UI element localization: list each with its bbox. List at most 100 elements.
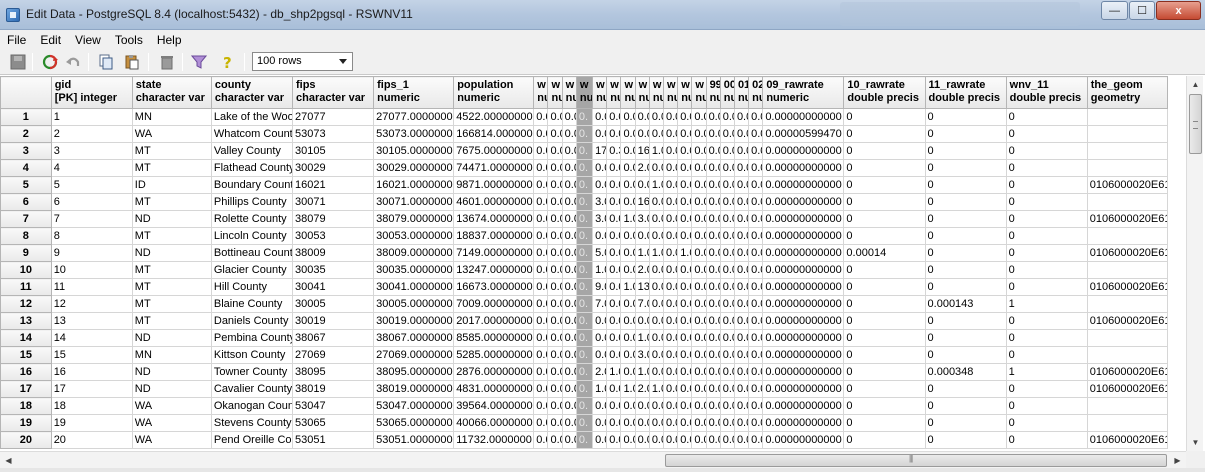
table-cell[interactable]: 0.0 (662, 193, 679, 211)
table-cell[interactable]: 0.00000000000 (762, 108, 845, 126)
horizontal-scrollbar[interactable]: ◀ ▶ (0, 451, 1186, 468)
table-cell[interactable] (1086, 193, 1169, 211)
table-cell[interactable]: 0.0 (691, 176, 707, 194)
table-cell[interactable]: 0.0 (705, 295, 721, 313)
table-cell[interactable]: MT (131, 159, 212, 177)
table-cell[interactable]: 0.0 (719, 108, 735, 126)
table-cell[interactable]: Lake of the Woo (210, 108, 293, 126)
help-icon[interactable]: ? (218, 52, 238, 72)
table-cell[interactable]: 0.0 (533, 295, 549, 313)
row-limit-select[interactable]: 100 rows (252, 52, 353, 71)
filter-icon[interactable] (189, 52, 209, 72)
table-cell[interactable]: 30019.0000000 (373, 312, 455, 330)
table-cell[interactable]: 0.0 (705, 329, 721, 347)
table-cell[interactable]: 0.0 (648, 295, 665, 313)
table-cell[interactable]: 0.0 (592, 176, 608, 194)
table-cell[interactable]: 53073 (291, 125, 375, 143)
column-header[interactable]: wnu (634, 76, 650, 109)
table-cell[interactable]: 0.0 (691, 261, 707, 279)
table-cell[interactable]: 0.0 (748, 227, 764, 245)
table-cell[interactable]: 0.0 (547, 142, 563, 160)
table-cell[interactable]: 0.0 (533, 329, 549, 347)
table-cell[interactable]: 1.0 (648, 244, 665, 262)
table-cell[interactable]: Lincoln County (210, 227, 293, 245)
table-cell[interactable]: 0.0 (533, 261, 549, 279)
table-cell[interactable]: 0.0 (648, 329, 665, 347)
undo-icon[interactable] (63, 52, 83, 72)
table-cell[interactable]: 53051.0000000 (373, 431, 455, 449)
table-cell[interactable]: 0.0 (620, 159, 636, 177)
table-cell[interactable]: 0.0 (547, 312, 563, 330)
table-cell[interactable]: 0.0 (719, 295, 735, 313)
row-number[interactable]: 8 (0, 227, 52, 245)
table-cell[interactable]: 0.0 (547, 380, 563, 398)
column-header[interactable]: 00nu (719, 76, 735, 109)
table-cell[interactable]: Pembina County (210, 329, 293, 347)
table-cell[interactable]: 0 (843, 431, 926, 449)
table-cell[interactable]: 0.0 (648, 431, 665, 449)
table-cell[interactable]: Whatcom Count (210, 125, 293, 143)
table-row[interactable]: 12 12 MT Blaine County 30005 30005.0000000 700… (0, 295, 1169, 313)
column-header[interactable]: state character var (131, 76, 212, 109)
table-cell[interactable]: MT (131, 261, 212, 279)
table-cell[interactable]: 0.0 (662, 431, 679, 449)
table-cell[interactable]: 0.0 (662, 108, 679, 126)
table-cell[interactable]: 0 (924, 159, 1007, 177)
table-cell[interactable]: 0.0 (561, 210, 577, 228)
table-cell[interactable]: 0.0 (592, 431, 608, 449)
table-cell[interactable]: 0.0 (662, 380, 679, 398)
table-cell[interactable]: 0.0 (592, 346, 608, 364)
table-cell[interactable]: 0.0 (561, 380, 577, 398)
table-cell[interactable]: 0.0 (705, 397, 721, 415)
table-cell[interactable]: 0.0 (748, 176, 764, 194)
row-number[interactable]: 17 (0, 380, 52, 398)
table-cell[interactable]: Towner County (210, 363, 293, 381)
table-cell[interactable]: WA (131, 397, 212, 415)
table-cell[interactable]: 0. (575, 210, 594, 228)
table-cell[interactable]: 0 (843, 159, 926, 177)
table-cell[interactable]: 0 (843, 397, 926, 415)
table-cell[interactable]: 0. (575, 159, 594, 177)
column-header[interactable]: population numeric (453, 76, 535, 109)
table-cell[interactable]: 0.00000000000 (762, 278, 845, 296)
table-cell[interactable]: MN (131, 346, 212, 364)
table-cell[interactable]: 0.0 (677, 193, 693, 211)
table-cell[interactable]: Okanogan Coun (210, 397, 293, 415)
table-cell[interactable]: 0.0 (634, 227, 650, 245)
table-cell[interactable]: 0.0 (705, 363, 721, 381)
table-cell[interactable]: 4522.00000000 (453, 108, 535, 126)
table-row[interactable]: 2 2 WA Whatcom Count 53073 53073.0000000 16681… (0, 125, 1169, 143)
table-cell[interactable]: 0.0 (561, 312, 577, 330)
table-cell[interactable]: Glacier County (210, 261, 293, 279)
table-cell[interactable]: 0.0 (677, 210, 693, 228)
table-cell[interactable]: 40066.0000000 (453, 414, 535, 432)
table-cell[interactable]: 0.0 (648, 312, 665, 330)
table-cell[interactable]: 18 (50, 397, 133, 415)
table-cell[interactable]: 0.0 (634, 414, 650, 432)
table-cell[interactable]: 0.0 (561, 329, 577, 347)
table-cell[interactable]: 0106000020E61 (1086, 363, 1169, 381)
table-cell[interactable]: 0.0 (620, 227, 636, 245)
table-cell[interactable]: 0.0 (634, 176, 650, 194)
table-cell[interactable]: 0 (924, 346, 1007, 364)
table-cell[interactable]: 0.0 (634, 431, 650, 449)
table-cell[interactable]: 0.0 (606, 227, 622, 245)
table-cell[interactable]: 0.0 (733, 176, 750, 194)
table-cell[interactable]: 15 (50, 346, 133, 364)
table-cell[interactable]: 0.0 (719, 193, 735, 211)
table-cell[interactable]: 0.0 (561, 142, 577, 160)
table-cell[interactable]: 0.0 (561, 193, 577, 211)
menu-edit[interactable]: Edit (33, 33, 68, 47)
table-cell[interactable]: 0.0 (561, 295, 577, 313)
table-cell[interactable]: 0.0 (533, 380, 549, 398)
table-cell[interactable]: 0 (924, 244, 1007, 262)
table-cell[interactable]: 0.0 (719, 278, 735, 296)
table-cell[interactable]: 0.0 (648, 108, 665, 126)
table-cell[interactable]: 0 (843, 193, 926, 211)
row-number[interactable]: 20 (0, 431, 52, 449)
table-cell[interactable]: 0.0 (662, 261, 679, 279)
table-cell[interactable]: 0.0 (662, 125, 679, 143)
table-cell[interactable]: 0.0 (561, 244, 577, 262)
table-row[interactable]: 16 16 ND Towner County 38095 38095.0000000 287… (0, 363, 1169, 381)
column-header[interactable]: wnu (575, 76, 594, 109)
